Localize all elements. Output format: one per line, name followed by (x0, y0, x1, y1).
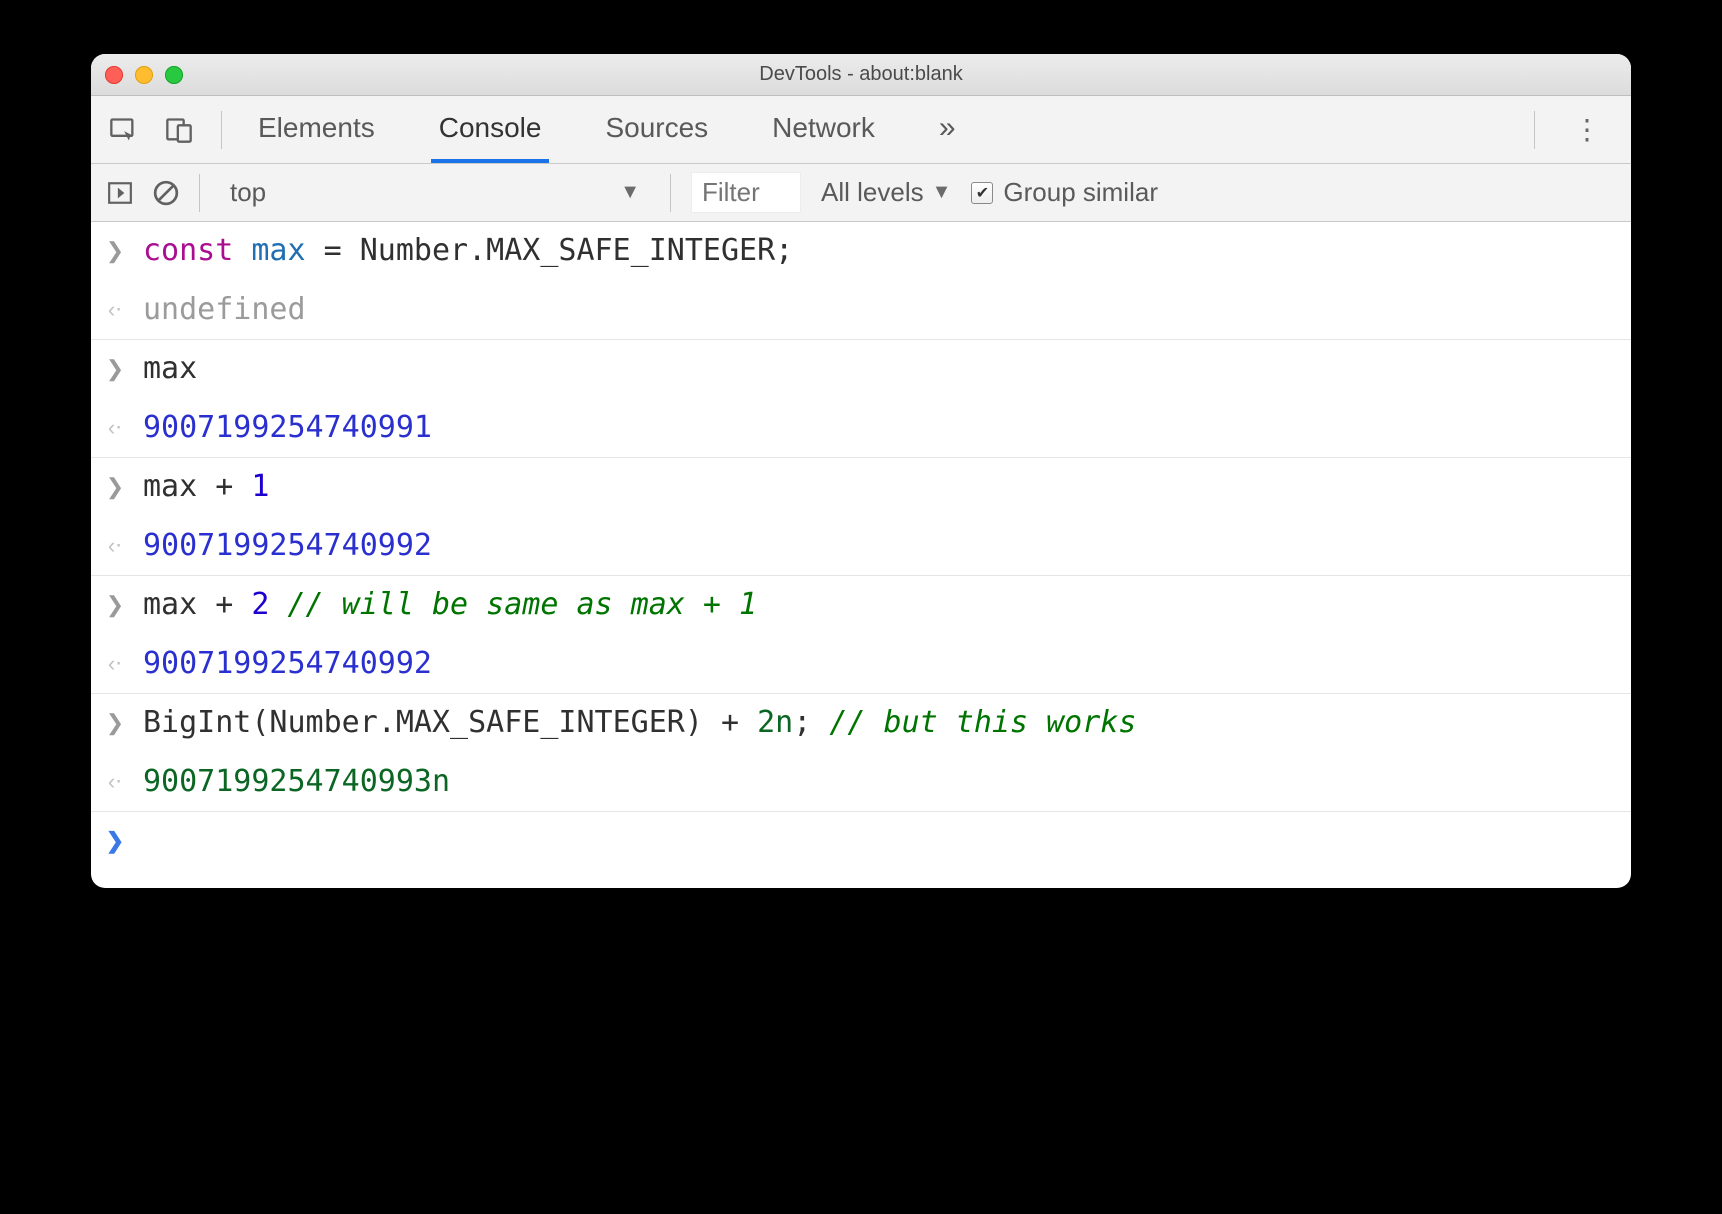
console-input-row: ❯ const max = Number.MAX_SAFE_INTEGER; (91, 222, 1631, 281)
clear-console-icon[interactable] (153, 180, 179, 206)
console-output-row: ‹⋅ 9007199254740993n (91, 753, 1631, 812)
input-prompt-icon: ❯ (105, 464, 125, 511)
checkbox-icon: ✔ (971, 182, 993, 204)
console-output-value[interactable]: 9007199254740991 (143, 405, 432, 452)
console-entry: ❯ BigInt(Number.MAX_SAFE_INTEGER) + 2n; /… (91, 694, 1631, 812)
separator (1534, 111, 1535, 149)
console-live-prompt[interactable]: ❯ (91, 812, 1631, 888)
context-select[interactable]: top ▼ (220, 175, 650, 210)
chevron-down-icon: ▼ (620, 181, 640, 204)
tab-label: Sources (605, 112, 708, 144)
overflow-icon: » (939, 111, 956, 145)
console-input-code[interactable]: const max = Number.MAX_SAFE_INTEGER; (143, 228, 793, 275)
group-similar-label: Group similar (1003, 177, 1158, 208)
tab-elements[interactable]: Elements (250, 96, 383, 163)
tabs-overflow-button[interactable]: » (931, 96, 964, 163)
console-output-row: ‹⋅ undefined (91, 281, 1631, 340)
settings-menu-button[interactable]: ⋮ (1563, 113, 1613, 146)
console-output-value[interactable]: 9007199254740992 (143, 523, 432, 570)
console-output-row: ‹⋅ 9007199254740991 (91, 399, 1631, 458)
console-output-value[interactable]: 9007199254740993n (143, 759, 450, 806)
separator (221, 111, 222, 149)
console-toolbar: top ▼ All levels ▼ ✔ Group similar (91, 164, 1631, 222)
console-output-row: ‹⋅ 9007199254740992 (91, 517, 1631, 576)
console-entry: ❯ const max = Number.MAX_SAFE_INTEGER; ‹⋅ u… (91, 222, 1631, 340)
toggle-sidebar-icon[interactable] (107, 180, 133, 206)
input-prompt-icon: ❯ (105, 228, 125, 275)
console-entry: ❯ max ‹⋅ 9007199254740991 (91, 340, 1631, 458)
console-entry: ❯ max + 1 ‹⋅ 9007199254740992 (91, 458, 1631, 576)
inspect-element-icon[interactable] (109, 116, 137, 144)
context-value: top (230, 177, 266, 208)
output-prompt-icon: ‹⋅ (105, 287, 125, 334)
console-input-code[interactable]: max + 2 // will be same as max + 1 (143, 582, 757, 629)
panel-tabs: Elements Console Sources Network » (250, 96, 1506, 163)
tab-sources[interactable]: Sources (597, 96, 716, 163)
console-input-row: ❯ BigInt(Number.MAX_SAFE_INTEGER) + 2n; /… (91, 694, 1631, 753)
console-input-row: ❯ max + 1 (91, 458, 1631, 517)
tab-label: Console (439, 112, 542, 144)
tab-label: Elements (258, 112, 375, 144)
separator (670, 174, 671, 212)
devtools-window: DevTools - about:blank Elements Console … (91, 54, 1631, 888)
tab-console[interactable]: Console (431, 96, 550, 163)
console-input-code[interactable]: max (143, 346, 197, 393)
console-input-code[interactable]: BigInt(Number.MAX_SAFE_INTEGER) + 2n; //… (143, 700, 1136, 747)
devtools-toolbar: Elements Console Sources Network » ⋮ (91, 96, 1631, 164)
window-controls (105, 66, 183, 84)
console-output-value[interactable]: 9007199254740992 (143, 641, 432, 688)
tab-network[interactable]: Network (764, 96, 883, 163)
kebab-icon: ⋮ (1573, 114, 1603, 145)
zoom-window-button[interactable] (165, 66, 183, 84)
minimize-window-button[interactable] (135, 66, 153, 84)
console-input-row: ❯ max (91, 340, 1631, 399)
chevron-down-icon: ▼ (932, 181, 952, 204)
output-prompt-icon: ‹⋅ (105, 759, 125, 806)
close-window-button[interactable] (105, 66, 123, 84)
output-prompt-icon: ‹⋅ (105, 641, 125, 688)
console-output-row: ‹⋅ 9007199254740992 (91, 635, 1631, 694)
input-prompt-icon: ❯ (105, 700, 125, 747)
console-input-row: ❯ max + 2 // will be same as max + 1 (91, 576, 1631, 635)
input-cursor-icon: ❯ (105, 818, 125, 858)
output-prompt-icon: ‹⋅ (105, 405, 125, 452)
console-entry: ❯ max + 2 // will be same as max + 1 ‹⋅ 900… (91, 576, 1631, 694)
separator (199, 174, 200, 212)
input-prompt-icon: ❯ (105, 582, 125, 629)
window-title: DevTools - about:blank (91, 63, 1631, 86)
filter-input[interactable] (691, 172, 801, 213)
titlebar: DevTools - about:blank (91, 54, 1631, 96)
input-prompt-icon: ❯ (105, 346, 125, 393)
log-levels-select[interactable]: All levels ▼ (821, 177, 951, 208)
console-output: ❯ const max = Number.MAX_SAFE_INTEGER; ‹⋅ u… (91, 222, 1631, 888)
console-input-code[interactable]: max + 1 (143, 464, 269, 511)
tab-label: Network (772, 112, 875, 144)
device-toolbar-icon[interactable] (165, 116, 193, 144)
output-prompt-icon: ‹⋅ (105, 523, 125, 570)
levels-label: All levels (821, 177, 924, 208)
group-similar-checkbox[interactable]: ✔ Group similar (971, 177, 1158, 208)
console-output-value[interactable]: undefined (143, 287, 306, 334)
